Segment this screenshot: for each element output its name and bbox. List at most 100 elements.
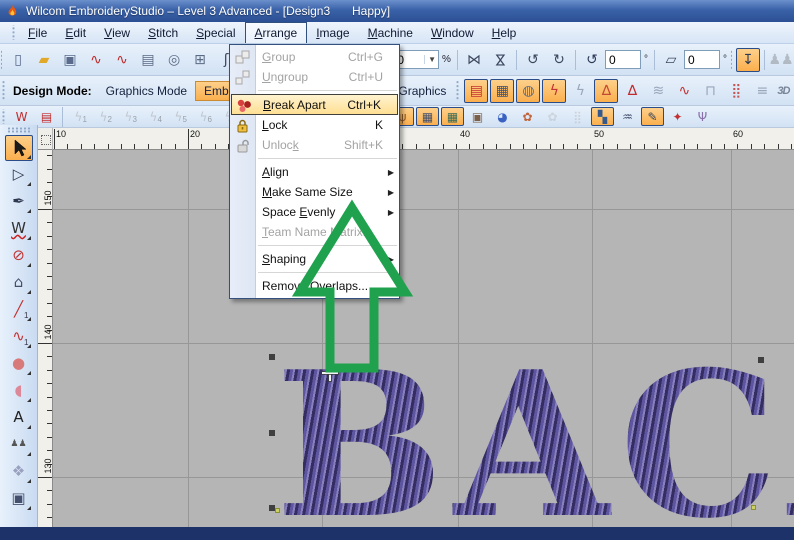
- menu-edit[interactable]: Edit: [56, 22, 95, 43]
- slow-redraw-icon[interactable]: ✦: [666, 107, 689, 126]
- flip-horizontal-icon: ⋈: [466, 51, 481, 68]
- rotate-right-45-icon[interactable]: ↻: [547, 48, 571, 72]
- save-design-icon[interactable]: ▣: [58, 48, 82, 72]
- run-line-tool[interactable]: ╱ 1: [5, 297, 33, 323]
- team-names-tool[interactable]: ♟♟: [5, 432, 33, 458]
- vertical-ruler[interactable]: 150 140 130: [38, 150, 53, 528]
- show-design-icon[interactable]: ✿: [516, 107, 539, 126]
- menu-file[interactable]: File: [19, 22, 56, 43]
- menu-view[interactable]: View: [95, 22, 139, 43]
- group-icon: [234, 49, 251, 66]
- selection-handle[interactable]: [269, 354, 275, 360]
- lettering-a-tool: A: [13, 408, 24, 426]
- send-to-machine-icon[interactable]: ∿: [84, 48, 108, 72]
- show-design-icon: ✿: [522, 109, 533, 124]
- hruler-label: 60: [733, 129, 744, 139]
- grid-icon[interactable]: ▦: [416, 107, 439, 126]
- zigzag-stitch-icon[interactable]: ϟ: [542, 78, 567, 103]
- menu-stitch[interactable]: Stitch: [139, 22, 187, 43]
- graphics-mode-button[interactable]: Graphics Mode: [98, 82, 195, 100]
- selection-handle[interactable]: [269, 430, 275, 436]
- export-machine-file-icon[interactable]: ∿: [110, 48, 134, 72]
- branching-icon: Ψ: [697, 109, 708, 124]
- hoop-icon[interactable]: ◕: [491, 107, 514, 126]
- hruler-label: 50: [594, 129, 605, 139]
- lettering-tool[interactable]: W: [5, 216, 33, 242]
- menu-image[interactable]: Image: [307, 22, 358, 43]
- fusion-fill-icon[interactable]: ∆: [620, 79, 644, 103]
- motif-fill-icon[interactable]: ◍: [516, 78, 541, 103]
- submenu-arrow-icon: ▶: [387, 187, 394, 197]
- new-design-icon[interactable]: ▯: [6, 48, 30, 72]
- window-title: Wilcom EmbroideryStudio – Level 3 Advanc…: [26, 4, 331, 18]
- select-arrow-icon: [14, 138, 27, 156]
- print-preview-icon[interactable]: ◎: [162, 48, 186, 72]
- stitch-list-icon[interactable]: ♒: [616, 107, 639, 126]
- run-stitch-icon[interactable]: ∿: [672, 79, 696, 103]
- selection-handle[interactable]: [758, 357, 764, 363]
- grid-line: [53, 209, 794, 210]
- design-canvas[interactable]: BACA: [53, 150, 794, 528]
- flip-horizontal-icon[interactable]: ⋈: [462, 48, 486, 72]
- sewing-machine-icon[interactable]: ⊞: [188, 48, 212, 72]
- reshape-tool[interactable]: ▷: [5, 162, 33, 188]
- complex-fill-tool[interactable]: ●: [5, 351, 33, 377]
- flip-vertical-icon[interactable]: ⋈: [488, 48, 512, 72]
- three-d-label[interactable]: 3D: [777, 85, 790, 97]
- ungroup-icon: [234, 69, 251, 86]
- fusion-fill-icon: ∆: [627, 82, 638, 99]
- e-stitch-icon[interactable]: ϟ: [568, 79, 592, 103]
- satin-stitch-icon[interactable]: ▤: [464, 78, 489, 103]
- menu-item-lock[interactable]: Lock K: [230, 115, 399, 135]
- menu-arrange[interactable]: Arrange: [244, 22, 308, 43]
- thread-colors-icon[interactable]: W: [10, 107, 33, 126]
- menu-item-align[interactable]: Align ▶: [230, 162, 399, 182]
- menu-help[interactable]: Help: [483, 22, 526, 43]
- contour-stitch-icon[interactable]: ∆: [594, 78, 619, 103]
- chevron-down-icon[interactable]: ▼: [424, 55, 436, 64]
- menu-item-break-apart[interactable]: Break Apart Ctrl+K: [231, 94, 398, 115]
- knife-tool[interactable]: ✒: [5, 189, 33, 215]
- color-blocks-icon[interactable]: ▚: [591, 107, 614, 126]
- horizontal-ruler[interactable]: 102030405060: [53, 128, 794, 150]
- grid-snap-icon[interactable]: ▦: [441, 107, 464, 126]
- print-icon[interactable]: ▤: [136, 48, 160, 72]
- ruler-origin-button[interactable]: [38, 128, 53, 150]
- branching-icon[interactable]: Ψ: [691, 107, 714, 126]
- tatami-fill-icon[interactable]: ▦: [490, 78, 515, 103]
- rotate-left-45-icon[interactable]: ↺: [521, 48, 545, 72]
- menu-item-shortcut: Ctrl+G: [347, 50, 383, 64]
- lettering-a-tool[interactable]: A: [5, 405, 33, 431]
- vruler-label: 130: [43, 458, 53, 474]
- column-tool[interactable]: ◖: [5, 378, 33, 404]
- select-tool[interactable]: [4, 134, 33, 161]
- design-properties-icon[interactable]: ✎: [641, 107, 664, 126]
- fan-fill-icon[interactable]: ≋: [646, 79, 670, 103]
- thread-chart-icon[interactable]: ▤: [35, 107, 58, 126]
- line-fill-icon[interactable]: ≡: [750, 79, 774, 103]
- window-bottom-bar: [0, 527, 794, 540]
- skew-input[interactable]: 0: [683, 50, 720, 69]
- menu-window[interactable]: Window: [422, 22, 483, 43]
- monogram-tool[interactable]: ❖: [5, 459, 33, 485]
- menubar-grip: [11, 25, 16, 40]
- motif-tool[interactable]: ▣: [5, 486, 33, 512]
- travel-by-needle-icon[interactable]: ↧: [736, 47, 760, 72]
- knife-tool: ✒: [12, 192, 25, 210]
- column-tool: ◖: [14, 381, 23, 399]
- square-wave-icon: ⊓: [704, 82, 716, 99]
- toolbar1-grip: [1, 48, 3, 71]
- open-design-icon[interactable]: ▰: [32, 48, 56, 72]
- digitize-shape-tool[interactable]: ⌂: [5, 270, 33, 296]
- rotate-input[interactable]: 0: [604, 50, 641, 69]
- skew-icon[interactable]: ▱: [659, 48, 683, 72]
- menu-item-label: Align: [262, 165, 289, 179]
- show-image-icon[interactable]: ▣: [466, 107, 489, 126]
- rotate-ccw-icon[interactable]: ↺: [580, 48, 604, 72]
- dotted-fill-icon[interactable]: ⣿: [724, 79, 748, 103]
- edit-off-tool[interactable]: ⊘: [5, 243, 33, 269]
- menu-machine[interactable]: Machine: [359, 22, 422, 43]
- menu-special[interactable]: Special: [187, 22, 244, 43]
- square-wave-icon[interactable]: ⊓: [698, 79, 722, 103]
- run-node-tool[interactable]: ∿ 1: [5, 324, 33, 350]
